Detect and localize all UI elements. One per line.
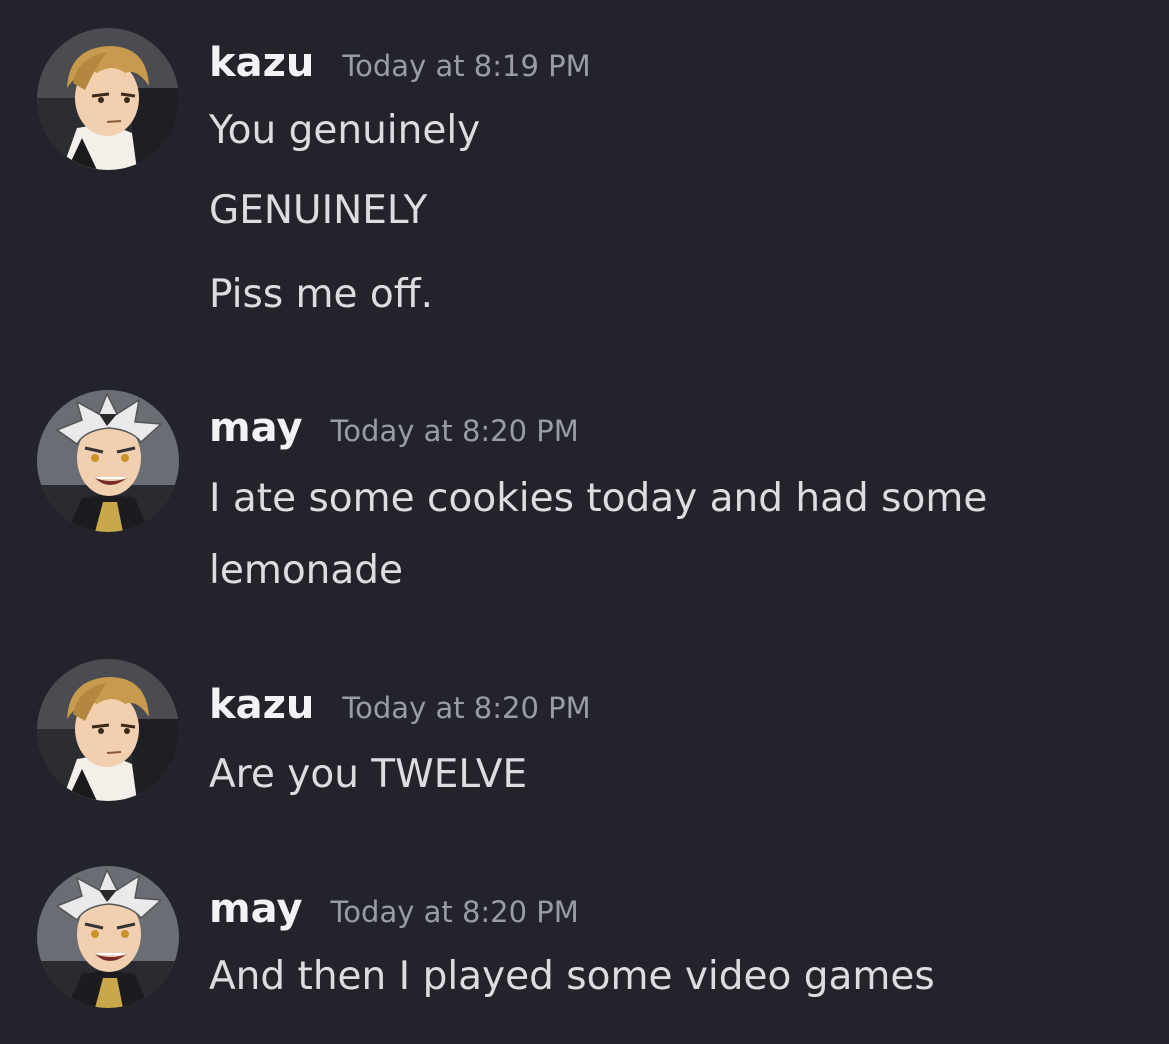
chat-log: kazu Today at 8:19 PM You genuinely GENU… (0, 0, 1169, 1044)
message-text: Piss me off. (209, 272, 434, 317)
username[interactable]: may (209, 886, 303, 932)
avatar-kazu[interactable] (37, 659, 179, 801)
message-text: GENUINELY (209, 188, 428, 233)
message-text: Are you TWELVE (209, 752, 528, 797)
timestamp[interactable]: Today at 8:20 PM (331, 414, 579, 448)
avatar-may[interactable] (37, 390, 179, 532)
timestamp[interactable]: Today at 8:20 PM (342, 691, 590, 725)
avatar-kazu[interactable] (37, 28, 179, 170)
message-header: may Today at 8:20 PM (209, 886, 579, 936)
username[interactable]: kazu (209, 682, 314, 728)
message-text: I ate some cookies today and had some (209, 476, 988, 521)
username[interactable]: may (209, 405, 303, 451)
message-header: may Today at 8:20 PM (209, 405, 579, 455)
timestamp[interactable]: Today at 8:20 PM (331, 895, 579, 929)
message-text: lemonade (209, 548, 404, 593)
message-header: kazu Today at 8:20 PM (209, 682, 591, 732)
message-header: kazu Today at 8:19 PM (209, 40, 591, 90)
avatar-may[interactable] (37, 866, 179, 1008)
message-text: You genuinely (209, 108, 481, 153)
username[interactable]: kazu (209, 40, 314, 86)
timestamp[interactable]: Today at 8:19 PM (342, 49, 590, 83)
message-text: And then I played some video games (209, 954, 935, 999)
